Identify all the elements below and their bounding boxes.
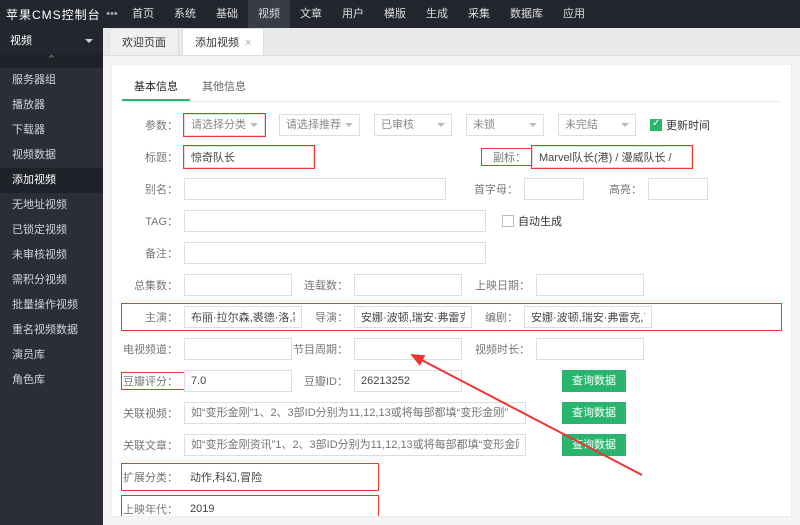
label-update-time: 更新时间 xyxy=(666,117,710,133)
label-extcat: 扩展分类： xyxy=(122,469,184,485)
sidebar-item-8[interactable]: 需积分视频 xyxy=(0,268,103,293)
query-button-3[interactable]: 查询数据 xyxy=(562,434,626,456)
sidebar-header[interactable]: 视频 xyxy=(0,28,103,54)
input-total[interactable] xyxy=(184,274,292,296)
input-tag[interactable] xyxy=(184,210,486,232)
page-tabs: 欢迎页面添加视频× xyxy=(103,28,800,56)
label-remark: 备注： xyxy=(122,245,184,261)
label-dbid: 豆瓣ID： xyxy=(292,373,354,389)
sidebar-item-10[interactable]: 重名视频数据 xyxy=(0,318,103,343)
sidebar-item-4[interactable]: 添加视频 xyxy=(0,168,103,193)
input-tv[interactable] xyxy=(184,338,292,360)
main: 欢迎页面添加视频× 基本信息其他信息 参数： 请选择分类 请选择推荐 已审核 未… xyxy=(103,28,800,525)
topnav-数据库[interactable]: 数据库 xyxy=(500,0,553,28)
sidebar-item-5[interactable]: 无地址视频 xyxy=(0,193,103,218)
topnav-基础[interactable]: 基础 xyxy=(206,0,248,28)
sidebar-item-1[interactable]: 播放器 xyxy=(0,93,103,118)
input-year[interactable] xyxy=(184,498,362,517)
input-extcat[interactable] xyxy=(184,466,362,488)
topnav-首页[interactable]: 首页 xyxy=(122,0,164,28)
select-status[interactable]: 已审核 xyxy=(374,114,452,136)
query-button-1[interactable]: 查询数据 xyxy=(562,370,626,392)
label-director: 导演： xyxy=(302,309,354,325)
label-actor: 主演： xyxy=(122,309,184,325)
input-actor[interactable] xyxy=(184,306,302,328)
label-serial: 连载数： xyxy=(292,277,354,293)
topnav-采集[interactable]: 采集 xyxy=(458,0,500,28)
label-duration: 视频时长： xyxy=(462,341,536,357)
sidebar-item-12[interactable]: 角色库 xyxy=(0,368,103,393)
checkbox-update-time[interactable] xyxy=(650,119,662,131)
label-total: 总集数： xyxy=(122,277,184,293)
label-initial: 首字母： xyxy=(446,181,524,197)
label-relart: 关联文章： xyxy=(122,437,184,453)
sidebar-item-11[interactable]: 演员库 xyxy=(0,343,103,368)
label-relvid: 关联视频： xyxy=(122,405,184,421)
input-title[interactable] xyxy=(184,146,314,168)
input-remark[interactable] xyxy=(184,242,486,264)
select-category[interactable]: 请选择分类 xyxy=(184,114,265,136)
topnav-文章[interactable]: 文章 xyxy=(290,0,332,28)
top-bar: 苹果CMS控制台 ••• 首页系统基础视频文章用户模版生成采集数据库应用 xyxy=(0,0,800,28)
label-subtitle: 副标： xyxy=(482,149,532,165)
sidebar-item-2[interactable]: 下载器 xyxy=(0,118,103,143)
input-serial[interactable] xyxy=(354,274,462,296)
subtab-1[interactable]: 其他信息 xyxy=(190,73,258,101)
topnav-用户[interactable]: 用户 xyxy=(332,0,374,28)
tab-0[interactable]: 欢迎页面 xyxy=(109,28,179,55)
brand: 苹果CMS控制台 xyxy=(6,6,102,23)
label-alias: 别名： xyxy=(122,181,184,197)
input-director[interactable] xyxy=(354,306,472,328)
input-pubdate[interactable] xyxy=(536,274,644,296)
select-lock[interactable]: 未锁 xyxy=(466,114,544,136)
top-nav: 首页系统基础视频文章用户模版生成采集数据库应用 xyxy=(122,0,595,28)
sidebar-item-9[interactable]: 批量操作视频 xyxy=(0,293,103,318)
select-end[interactable]: 未完结 xyxy=(558,114,636,136)
sidebar-scroll-up[interactable]: ⌃ xyxy=(0,54,103,68)
label-weekday: 节目周期： xyxy=(292,341,354,357)
sidebar-item-6[interactable]: 已锁定视频 xyxy=(0,218,103,243)
select-recommend[interactable]: 请选择推荐 xyxy=(279,114,360,136)
sidebar: 视频 ⌃ 服务器组播放器下载器视频数据添加视频无地址视频已锁定视频未审核视频需积… xyxy=(0,28,103,525)
input-duration[interactable] xyxy=(536,338,644,360)
input-writer[interactable] xyxy=(524,306,652,328)
input-initial[interactable] xyxy=(524,178,584,200)
more-icon[interactable]: ••• xyxy=(102,8,122,20)
input-dbid[interactable] xyxy=(354,370,462,392)
label-params: 参数： xyxy=(122,117,184,133)
topnav-系统[interactable]: 系统 xyxy=(164,0,206,28)
topnav-视频[interactable]: 视频 xyxy=(248,0,290,28)
input-color[interactable] xyxy=(648,178,708,200)
label-title: 标题： xyxy=(122,149,184,165)
label-tag: TAG： xyxy=(122,213,184,229)
input-relart[interactable] xyxy=(184,434,526,456)
sidebar-item-3[interactable]: 视频数据 xyxy=(0,143,103,168)
input-weekday[interactable] xyxy=(354,338,462,360)
input-subtitle[interactable] xyxy=(532,146,692,168)
subtab-0[interactable]: 基本信息 xyxy=(122,73,190,101)
sidebar-item-0[interactable]: 服务器组 xyxy=(0,68,103,93)
input-relvid[interactable] xyxy=(184,402,526,424)
label-autogen: 自动生成 xyxy=(518,213,562,229)
label-year: 上映年代： xyxy=(122,501,184,517)
checkbox-autogen[interactable] xyxy=(502,215,514,227)
topnav-模版[interactable]: 模版 xyxy=(374,0,416,28)
close-icon[interactable]: × xyxy=(245,37,251,49)
sidebar-item-7[interactable]: 未审核视频 xyxy=(0,243,103,268)
tab-1[interactable]: 添加视频× xyxy=(182,28,264,55)
label-score: 豆瓣评分： xyxy=(122,373,184,389)
topnav-生成[interactable]: 生成 xyxy=(416,0,458,28)
form-panel: 基本信息其他信息 参数： 请选择分类 请选择推荐 已审核 未锁 未完结 更新时间… xyxy=(111,64,792,517)
sub-tabs: 基本信息其他信息 xyxy=(122,73,781,102)
input-alias[interactable] xyxy=(184,178,446,200)
label-writer: 编剧： xyxy=(472,309,524,325)
input-score[interactable] xyxy=(184,370,292,392)
query-button-2[interactable]: 查询数据 xyxy=(562,402,626,424)
topnav-应用[interactable]: 应用 xyxy=(553,0,595,28)
label-color: 高亮： xyxy=(584,181,648,197)
label-pubdate: 上映日期： xyxy=(462,277,536,293)
label-tv: 电视频道： xyxy=(122,341,184,357)
